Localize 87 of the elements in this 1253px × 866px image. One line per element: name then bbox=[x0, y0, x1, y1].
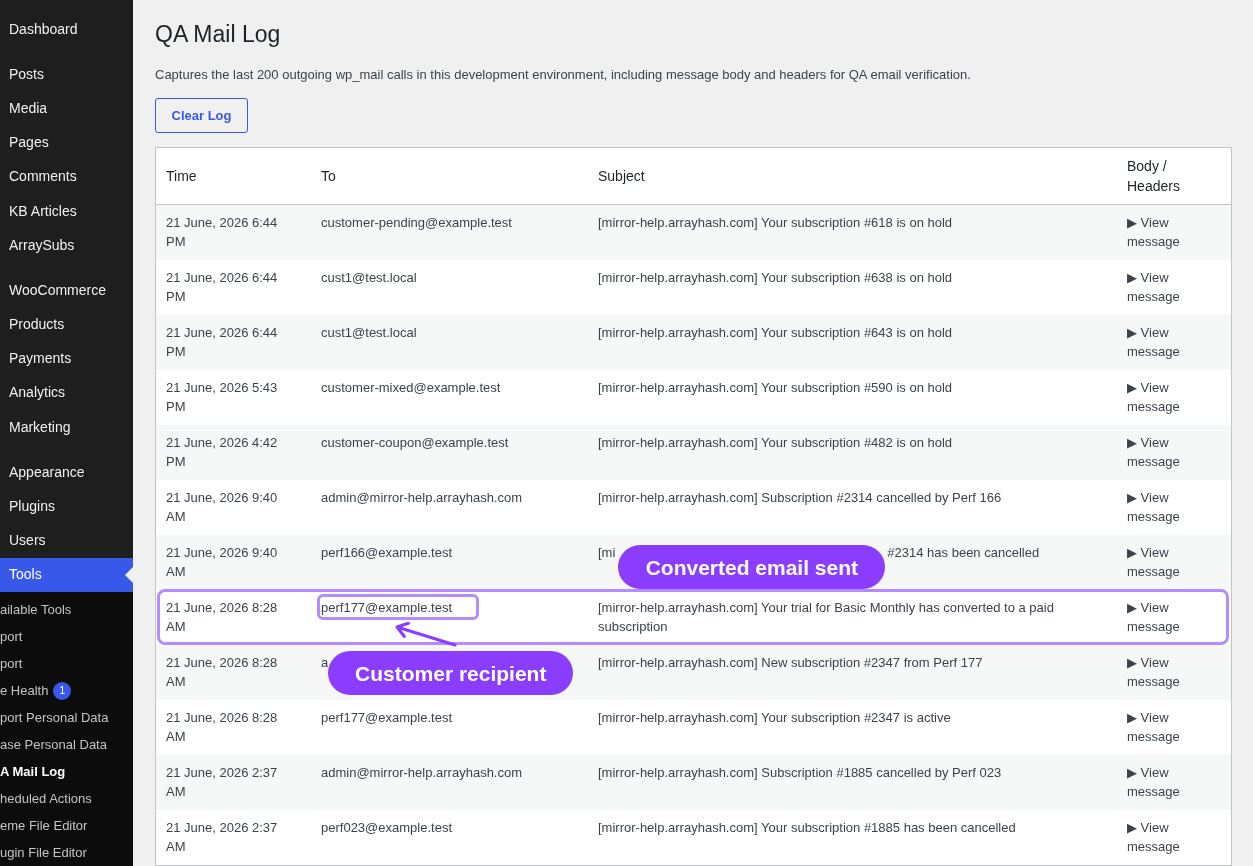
time-text: 21 June, 2026 5:43 PM bbox=[166, 380, 278, 414]
view-message-toggle[interactable]: ▶ View message bbox=[1127, 653, 1211, 691]
recipient-email: admin@mirror-help.arrayhash.com bbox=[321, 489, 523, 507]
time-text: 21 June, 2026 8:28 AM bbox=[166, 600, 278, 634]
time-text: 21 June, 2026 6:44 PM bbox=[166, 270, 278, 304]
recipient-email: perf166@example.test bbox=[321, 544, 452, 562]
subject-text: [mirror-help.arrayhash.com] New subscription #2347 from Perf 177 bbox=[598, 654, 983, 672]
view-message-toggle[interactable]: ▶ View message bbox=[1127, 268, 1211, 306]
clear-log-button[interactable]: Clear Log bbox=[155, 98, 248, 133]
sidebar-item[interactable]: Pages bbox=[0, 125, 133, 160]
sidebar-item[interactable]: Media bbox=[0, 91, 133, 126]
view-message-toggle[interactable]: ▶ View message bbox=[1127, 598, 1211, 636]
subject-text: [mirror-help.arrayhash.com] Subscription #2314 cancelled by Perf 166 bbox=[598, 489, 1002, 507]
view-message-toggle[interactable]: ▶ View message bbox=[1127, 763, 1211, 801]
subject-text: [mirror-help.arrayhash.com] Your subscription #1885 has been cancelled bbox=[598, 819, 1016, 837]
view-message-toggle[interactable]: ▶ View message bbox=[1127, 213, 1211, 251]
sidebar-item[interactable]: Tools bbox=[0, 557, 133, 592]
recipient-email: perf177@example.test bbox=[321, 709, 452, 727]
subject-text: [mirror-help.arrayhash.com] Your subscription #618 is on hold bbox=[598, 214, 953, 232]
submenu-item[interactable]: A Mail Log bbox=[0, 758, 133, 785]
page-title: QA Mail Log bbox=[155, 20, 281, 49]
sidebar-item[interactable]: Dashboard bbox=[0, 12, 133, 47]
time-text: 21 June, 2026 2:37 AM bbox=[166, 765, 278, 799]
submenu-item[interactable]: ugin File Editor bbox=[0, 839, 133, 866]
subject-text: [mirror-help.arrayhash.com] Subscription #1885 cancelled by Perf 023 bbox=[598, 764, 1002, 782]
menu-pointer-icon bbox=[125, 566, 133, 583]
subject-text: [mi bbox=[598, 544, 616, 562]
recipient-email: a bbox=[321, 654, 329, 672]
annotation-callout: Customer recipient bbox=[328, 651, 574, 695]
sidebar-item[interactable]: Products bbox=[0, 307, 133, 342]
recipient-email: customer-pending@example.test bbox=[321, 214, 512, 232]
time-text: 21 June, 2026 9:40 AM bbox=[166, 490, 278, 524]
submenu-item[interactable]: e Health 1 bbox=[0, 677, 133, 704]
recipient-email: admin@mirror-help.arrayhash.com bbox=[321, 764, 523, 782]
subject-text: [mirror-help.arrayhash.com] Your subscription #638 is on hold bbox=[598, 269, 953, 287]
recipient-email: customer-mixed@example.test bbox=[321, 379, 501, 397]
view-message-toggle[interactable]: ▶ View message bbox=[1127, 818, 1211, 856]
submenu-item[interactable]: ase Personal Data bbox=[0, 731, 133, 758]
view-message-toggle[interactable]: ▶ View message bbox=[1127, 488, 1211, 526]
column-header: Time bbox=[166, 167, 197, 186]
submenu-item[interactable]: port Personal Data bbox=[0, 704, 133, 731]
sidebar-item[interactable]: Comments bbox=[0, 159, 133, 194]
annotation-callout: Converted email sent bbox=[618, 545, 886, 589]
sidebar-item[interactable]: WooCommerce bbox=[0, 273, 133, 308]
sidebar-item[interactable]: Users bbox=[0, 523, 133, 558]
time-text: 21 June, 2026 4:42 PM bbox=[166, 435, 278, 469]
view-message-toggle[interactable]: ▶ View message bbox=[1127, 433, 1211, 471]
sidebar-item[interactable]: Analytics bbox=[0, 375, 133, 411]
recipient-email: perf177@example.test bbox=[321, 599, 452, 617]
submenu-item[interactable]: eme File Editor bbox=[0, 812, 133, 839]
sidebar-item[interactable]: Payments bbox=[0, 341, 133, 376]
view-message-toggle[interactable]: ▶ View message bbox=[1127, 323, 1211, 361]
time-text: 21 June, 2026 9:40 AM bbox=[166, 545, 278, 579]
view-message-toggle[interactable]: ▶ View message bbox=[1127, 708, 1211, 746]
submenu-item[interactable]: port bbox=[0, 650, 133, 677]
sidebar-item[interactable]: Appearance bbox=[0, 455, 133, 490]
sidebar-item[interactable]: KB Articles bbox=[0, 193, 133, 229]
recipient-email: customer-coupon@example.test bbox=[321, 434, 509, 452]
submenu-item[interactable]: ailable Tools bbox=[0, 596, 133, 623]
column-header: Subject bbox=[598, 167, 645, 186]
subject-text: [mirror-help.arrayhash.com] Your trial for Basic Monthly has converted to a paid subscription bbox=[598, 599, 1055, 636]
time-text: 21 June, 2026 8:28 AM bbox=[166, 710, 278, 744]
sidebar-item[interactable]: Marketing bbox=[0, 410, 133, 445]
subject-text: [mirror-help.arrayhash.com] Your subscription #590 is on hold bbox=[598, 379, 953, 397]
arrow-icon bbox=[395, 621, 459, 647]
recipient-email: perf023@example.test bbox=[321, 819, 452, 837]
sidebar-item[interactable]: ArraySubs bbox=[0, 228, 133, 263]
sidebar-item[interactable]: Posts bbox=[0, 57, 133, 92]
view-message-toggle[interactable]: ▶ View message bbox=[1127, 378, 1211, 416]
time-text: 21 June, 2026 2:37 AM bbox=[166, 820, 278, 854]
time-text: 21 June, 2026 6:44 PM bbox=[166, 325, 278, 359]
time-text: 21 June, 2026 8:28 AM bbox=[166, 655, 278, 689]
recipient-email: cust1@test.local bbox=[321, 269, 417, 287]
page-description: Captures the last 200 outgoing wp_mail calls in this development environment, including message body and headers for QA email verification. bbox=[155, 66, 971, 84]
subject-text: [mirror-help.arrayhash.com] Your subscription #482 is on hold bbox=[598, 434, 953, 452]
submenu-item[interactable]: port bbox=[0, 623, 133, 650]
time-text: 21 June, 2026 6:44 PM bbox=[166, 215, 278, 249]
view-message-toggle[interactable]: ▶ View message bbox=[1127, 543, 1211, 581]
subject-text: #2314 has been cancelled bbox=[887, 544, 1040, 562]
subject-text: [mirror-help.arrayhash.com] Your subscription #643 is on hold bbox=[598, 324, 953, 342]
subject-text: [mirror-help.arrayhash.com] Your subscription #2347 is active bbox=[598, 709, 951, 727]
submenu-item[interactable]: heduled Actions bbox=[0, 785, 133, 812]
column-header: To bbox=[321, 167, 336, 186]
recipient-email: cust1@test.local bbox=[321, 324, 417, 342]
column-header: Body / Headers bbox=[1127, 157, 1181, 196]
notification-count-badge: 1 bbox=[53, 681, 72, 700]
sidebar-item[interactable]: Plugins bbox=[0, 489, 133, 524]
